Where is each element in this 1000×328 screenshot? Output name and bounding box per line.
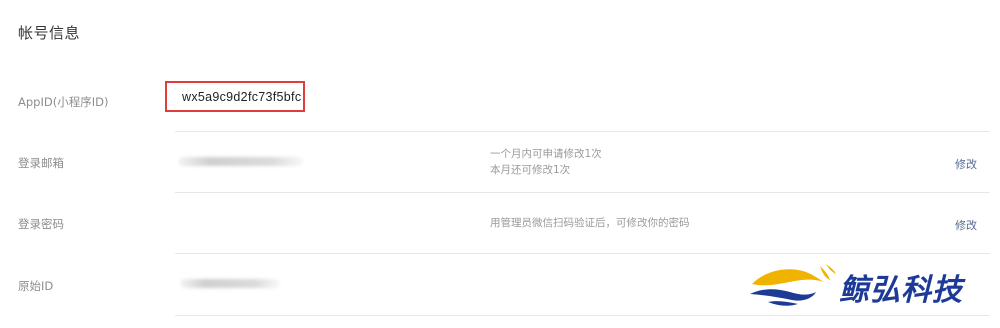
watermark-text: 鲸弘科技 xyxy=(839,273,963,308)
login-email-value-masked xyxy=(178,157,304,166)
email-change-limit-note: 一个月内可申请修改1次 xyxy=(490,148,602,160)
login-password-label: 登录密码 xyxy=(18,217,64,231)
appid-value: wx5a9c9d2fc73f5bfc xyxy=(182,89,302,104)
watermark: 鲸弘科技 xyxy=(748,254,988,314)
password-change-note: 用管理员微信扫码验证后，可修改你的密码 xyxy=(490,217,690,229)
section-title: 帐号信息 xyxy=(18,24,81,42)
divider xyxy=(175,315,990,316)
modify-email-link[interactable]: 修改 xyxy=(955,156,977,172)
email-remaining-changes-note: 本月还可修改1次 xyxy=(490,164,571,176)
modify-password-link[interactable]: 修改 xyxy=(955,217,977,233)
divider xyxy=(175,192,990,193)
original-id-label: 原始ID xyxy=(18,279,54,293)
login-email-label: 登录邮箱 xyxy=(18,156,64,170)
original-id-value-masked xyxy=(180,279,280,288)
appid-highlight-box: wx5a9c9d2fc73f5bfc xyxy=(165,81,305,112)
appid-label: AppID(小程序ID) xyxy=(18,95,109,109)
whale-logo-icon xyxy=(750,264,836,306)
divider xyxy=(175,131,990,132)
